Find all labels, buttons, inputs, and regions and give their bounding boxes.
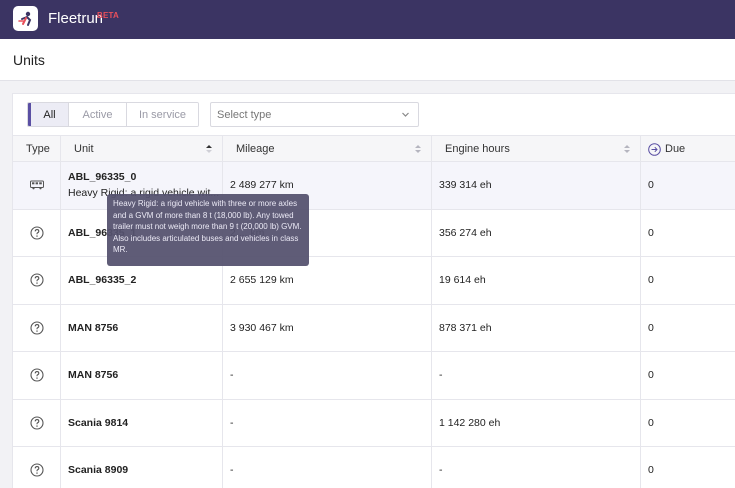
column-header-mileage[interactable]: Mileage [223, 136, 432, 162]
due-cell: 0 [648, 464, 654, 477]
type-select-placeholder: Select type [217, 108, 272, 121]
engine-hours-cell: 356 274 eh [432, 209, 641, 256]
column-header-unit[interactable]: Unit [61, 136, 223, 162]
table-header: Type Unit Mileage Engine hours Due [13, 135, 735, 162]
type-cell [13, 162, 61, 209]
sort-ascending-icon[interactable] [205, 144, 213, 154]
type-select[interactable]: Select type [210, 102, 419, 127]
engine-hours-cell: 19 614 eh [432, 257, 641, 304]
app-logo[interactable] [13, 6, 38, 31]
arrow-right-circle-icon [648, 142, 661, 156]
mileage-cell: - [223, 447, 432, 488]
units-table: Type Unit Mileage Engine hours Due ABL_9… [13, 135, 735, 488]
table-row[interactable]: MAN 8756 3 930 467 km 878 371 eh 0 [13, 304, 735, 352]
unit-type-tooltip: Heavy Rigid: a rigid vehicle with three … [107, 194, 309, 266]
column-header-mileage-label: Mileage [236, 143, 275, 155]
mileage-cell: 3 930 467 km [223, 304, 432, 351]
sort-icon[interactable] [623, 144, 631, 154]
unit-cell[interactable]: Scania 9814 [61, 399, 223, 446]
table-row[interactable]: MAN 8756 - - 0 [13, 352, 735, 400]
column-header-type[interactable]: Type [13, 136, 61, 162]
question-circle-icon[interactable] [29, 463, 44, 477]
status-filter: All Active In service [27, 102, 199, 127]
column-header-engine-hours[interactable]: Engine hours [432, 136, 641, 162]
bus-icon[interactable] [29, 180, 44, 190]
fleetrun-logo-icon [17, 11, 31, 26]
question-circle-icon[interactable] [29, 416, 44, 430]
unit-cell[interactable]: MAN 8756 [61, 352, 223, 399]
table-row[interactable]: Scania 9814 - 1 142 280 eh 0 [13, 399, 735, 447]
chevron-down-icon [402, 112, 409, 117]
column-header-unit-label: Unit [74, 143, 94, 155]
type-cell [13, 257, 61, 304]
due-cell: 0 [648, 274, 654, 287]
engine-hours-cell: - [432, 352, 641, 399]
filter-tab-in-service[interactable]: In service [127, 103, 198, 126]
unit-name[interactable]: ABL_96335_0 [68, 171, 219, 183]
unit-cell[interactable]: MAN 8756 [61, 304, 223, 351]
filter-tab-all[interactable]: All [28, 103, 69, 126]
column-header-due-label: Due [665, 143, 686, 155]
mileage-cell: - [223, 399, 432, 446]
due-cell: 0 [648, 179, 654, 192]
app-name: Fleetrun [48, 10, 104, 27]
units-card: All Active In service Select type Type U… [12, 93, 735, 488]
question-circle-icon[interactable] [29, 226, 44, 240]
engine-hours-cell: - [432, 447, 641, 488]
due-cell: 0 [648, 416, 654, 429]
mileage-cell: - [223, 352, 432, 399]
due-cell: 0 [648, 321, 654, 334]
top-bar: Fleetrun BETA [0, 0, 735, 39]
type-cell [13, 399, 61, 446]
sort-icon[interactable] [414, 144, 422, 154]
engine-hours-cell: 339 314 eh [432, 162, 641, 209]
type-cell [13, 447, 61, 488]
table-row[interactable]: Scania 8909 - - 0 [13, 447, 735, 488]
column-header-type-label: Type [26, 143, 50, 155]
column-header-due[interactable]: Due [641, 136, 735, 162]
type-cell [13, 209, 61, 256]
filter-tab-active[interactable]: Active [69, 103, 127, 126]
due-cell: 0 [648, 369, 654, 382]
unit-cell[interactable]: Scania 8909 [61, 447, 223, 488]
question-circle-icon[interactable] [29, 273, 44, 287]
question-circle-icon[interactable] [29, 368, 44, 382]
type-cell [13, 352, 61, 399]
engine-hours-cell: 1 142 280 eh [432, 399, 641, 446]
page-header: Units [0, 39, 735, 81]
column-header-engine-hours-label: Engine hours [445, 143, 510, 155]
page-title: Units [13, 52, 45, 68]
beta-badge: BETA [97, 11, 119, 20]
type-cell [13, 304, 61, 351]
question-circle-icon[interactable] [29, 321, 44, 335]
engine-hours-cell: 878 371 eh [432, 304, 641, 351]
due-cell: 0 [648, 226, 654, 239]
